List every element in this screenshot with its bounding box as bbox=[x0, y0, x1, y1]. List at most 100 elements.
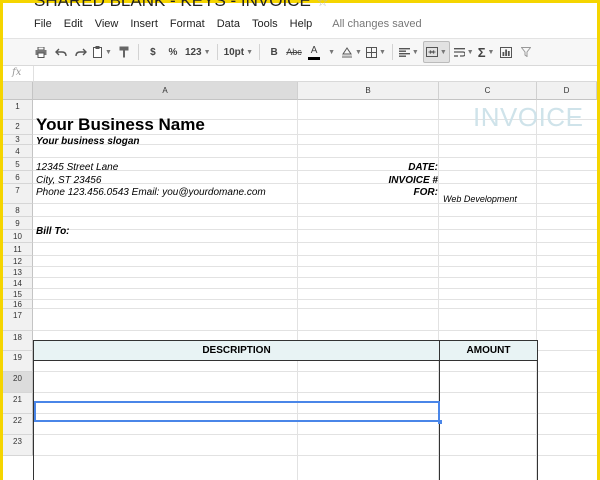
description-header-label: DESCRIPTION bbox=[202, 345, 271, 356]
menu-file[interactable]: File bbox=[34, 18, 52, 30]
percent-format-button[interactable]: % bbox=[165, 42, 181, 62]
paint-format-icon[interactable] bbox=[116, 42, 132, 62]
toolbar: ▼ $ % 123 ▼ 10pt ▼ B Abc A ▼ ▼ ▼ ▼ ▼ ▼ Σ ▼ bbox=[3, 38, 597, 66]
row-gridline bbox=[33, 216, 597, 217]
for-value[interactable]: Web Development bbox=[443, 194, 517, 204]
row-header-3[interactable]: 3 bbox=[3, 135, 33, 145]
number-format-label: 123 bbox=[184, 46, 202, 58]
column-gridline bbox=[297, 100, 298, 480]
row-header-21[interactable]: 21 bbox=[3, 393, 33, 414]
row-gridline bbox=[33, 455, 597, 456]
functions-icon[interactable]: Σ ▼ bbox=[478, 42, 495, 62]
row-header-23[interactable]: 23 bbox=[3, 435, 33, 456]
text-color-swatch bbox=[308, 56, 321, 60]
selected-cell[interactable] bbox=[34, 401, 440, 422]
print-icon[interactable] bbox=[33, 42, 49, 62]
font-size-dropdown[interactable]: 10pt ▼ bbox=[224, 42, 254, 62]
column-header-d[interactable]: D bbox=[537, 82, 597, 100]
description-header[interactable]: DESCRIPTION bbox=[33, 340, 440, 361]
row-gridline bbox=[33, 371, 597, 372]
row-header-17[interactable]: 17 bbox=[3, 309, 33, 331]
row-header-16[interactable]: 16 bbox=[3, 300, 33, 309]
column-header-b[interactable]: B bbox=[298, 82, 439, 100]
formula-bar: fx bbox=[3, 66, 597, 82]
bill-to-label[interactable]: Bill To: bbox=[36, 226, 70, 237]
address-city[interactable]: City, ST 23456 bbox=[36, 175, 101, 186]
row-gridline bbox=[33, 288, 597, 289]
borders-icon[interactable]: ▼ bbox=[365, 42, 386, 62]
row-header-11[interactable]: 11 bbox=[3, 243, 33, 256]
fill-color-icon[interactable]: ▼ bbox=[341, 42, 362, 62]
fx-icon: fx bbox=[12, 67, 22, 78]
row-header-18[interactable]: 18 bbox=[3, 331, 33, 351]
column-header-c[interactable]: C bbox=[439, 82, 537, 100]
redo-icon[interactable] bbox=[73, 42, 89, 62]
row-header-20[interactable]: 20 bbox=[3, 372, 33, 393]
formula-input[interactable] bbox=[33, 66, 594, 81]
business-slogan[interactable]: Your business slogan bbox=[36, 136, 140, 147]
fill-handle[interactable] bbox=[438, 420, 442, 424]
text-color-button[interactable]: A bbox=[306, 42, 322, 62]
row-header-6[interactable]: 6 bbox=[3, 171, 33, 184]
menu-data[interactable]: Data bbox=[217, 18, 240, 30]
row-header-5[interactable]: 5 bbox=[3, 158, 33, 171]
toolbar-divider bbox=[216, 44, 218, 60]
row-header-10[interactable]: 10 bbox=[3, 230, 33, 243]
align-left-icon[interactable]: ▼ bbox=[398, 42, 419, 62]
row-gridline bbox=[33, 255, 597, 256]
row-header-4[interactable]: 4 bbox=[3, 145, 33, 158]
contact-info[interactable]: Phone 123.456.0543 Email: you@yourdomane… bbox=[36, 187, 266, 198]
save-status: All changes saved bbox=[332, 18, 422, 30]
strikethrough-button[interactable]: Abc bbox=[286, 42, 302, 62]
undo-icon[interactable] bbox=[53, 42, 69, 62]
star-icon[interactable]: ☆ bbox=[317, 0, 329, 9]
row-gridline bbox=[33, 308, 597, 309]
merge-cells-icon[interactable]: ▼ bbox=[422, 41, 450, 63]
bold-button[interactable]: B bbox=[266, 42, 282, 62]
row-header-22[interactable]: 22 bbox=[3, 414, 33, 435]
toolbar-divider bbox=[137, 44, 139, 60]
date-label[interactable]: DATE: bbox=[408, 162, 438, 173]
menu-view[interactable]: View bbox=[95, 18, 119, 30]
row-header-1[interactable]: 1 bbox=[3, 100, 33, 120]
row-gridline bbox=[33, 242, 597, 243]
document-title[interactable]: SHARED BLANK - KEYS - INVOICE bbox=[34, 0, 311, 10]
document-title-bar: SHARED BLANK - KEYS - INVOICE ☆ bbox=[34, 0, 328, 11]
invoice-number-label[interactable]: INVOICE # bbox=[389, 175, 438, 186]
filter-icon[interactable] bbox=[518, 42, 534, 62]
row-header-15[interactable]: 15 bbox=[3, 289, 33, 300]
row-gridline bbox=[33, 392, 597, 393]
row-header-8[interactable]: 8 bbox=[3, 204, 33, 217]
row-header-14[interactable]: 14 bbox=[3, 278, 33, 289]
chevron-down-icon[interactable]: ▼ bbox=[328, 49, 335, 56]
row-header-12[interactable]: 12 bbox=[3, 256, 33, 267]
menu-format[interactable]: Format bbox=[170, 18, 205, 30]
row-header-2[interactable]: 2 bbox=[3, 120, 33, 135]
row-gridline bbox=[33, 266, 597, 267]
for-label[interactable]: FOR: bbox=[414, 187, 438, 198]
row-header-9[interactable]: 9 bbox=[3, 217, 33, 230]
row-gridline bbox=[33, 434, 597, 435]
menu-tools[interactable]: Tools bbox=[252, 18, 278, 30]
row-header-19[interactable]: 19 bbox=[3, 351, 33, 372]
row-gridline bbox=[33, 277, 597, 278]
amount-header[interactable]: AMOUNT bbox=[439, 340, 538, 361]
row-header-13[interactable]: 13 bbox=[3, 267, 33, 278]
address-street[interactable]: 12345 Street Lane bbox=[36, 162, 118, 173]
menu-edit[interactable]: Edit bbox=[64, 18, 83, 30]
insert-chart-icon[interactable] bbox=[498, 42, 514, 62]
select-all-corner[interactable] bbox=[3, 82, 33, 100]
row-header-7[interactable]: 7 bbox=[3, 184, 33, 204]
strikethrough-label: Abc bbox=[286, 47, 302, 57]
menu-insert[interactable]: Insert bbox=[130, 18, 158, 30]
number-format-dropdown[interactable]: 123 ▼ bbox=[185, 42, 211, 62]
invoice-title[interactable]: INVOICE bbox=[473, 102, 583, 133]
wrap-text-icon[interactable]: ▼ bbox=[453, 42, 474, 62]
business-name[interactable]: Your Business Name bbox=[36, 115, 205, 135]
font-size-label: 10pt bbox=[223, 46, 245, 58]
paste-format-icon[interactable]: ▼ bbox=[93, 42, 112, 62]
currency-format-button[interactable]: $ bbox=[145, 42, 161, 62]
column-header-a[interactable]: A bbox=[33, 82, 298, 100]
text-color-letter: A bbox=[310, 44, 318, 56]
menu-help[interactable]: Help bbox=[290, 18, 313, 30]
